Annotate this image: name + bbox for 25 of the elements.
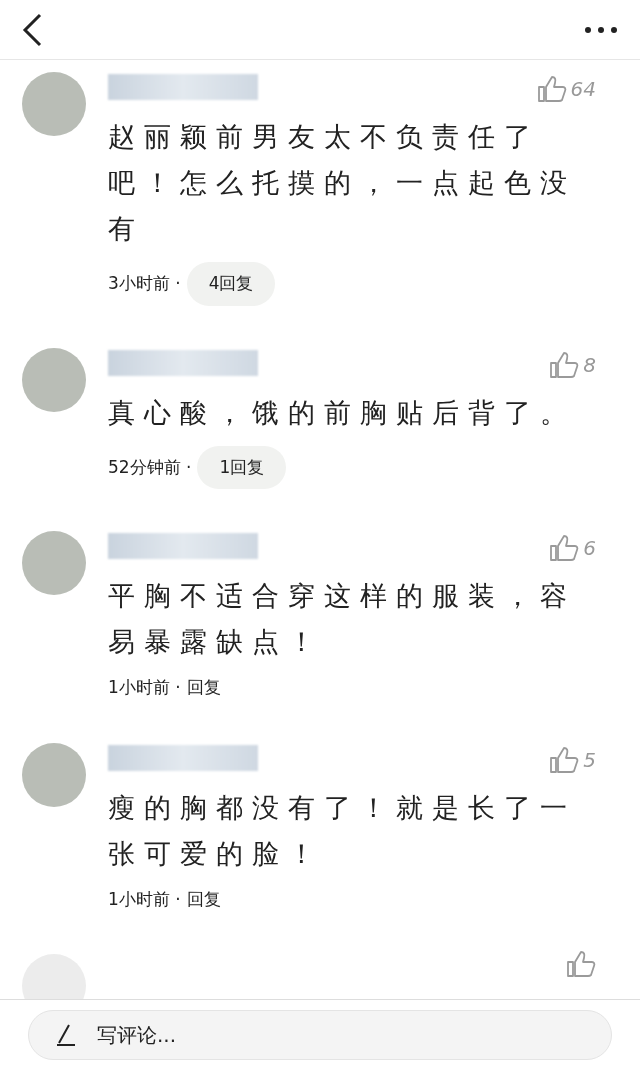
like-count: 8 bbox=[583, 351, 596, 379]
like-count: 6 bbox=[583, 535, 596, 562]
comment-text: 瘦的胸都没有了！就是长了一张可爱的脸！ bbox=[108, 790, 577, 871]
reply-link[interactable]: 回复 bbox=[186, 886, 221, 912]
reply-link[interactable]: 回复 bbox=[186, 675, 221, 701]
timestamp: 1小时前 · bbox=[108, 676, 181, 699]
like-count: 5 bbox=[583, 746, 596, 774]
timestamp: 3小时前 · bbox=[108, 272, 181, 295]
comment-text: 平胸不适合穿这样的服装，容易暴露缺点！ bbox=[108, 579, 577, 659]
replies-button[interactable]: 1回复 bbox=[197, 445, 287, 489]
more-icon[interactable] bbox=[584, 25, 618, 34]
thumbs-up-icon[interactable] bbox=[549, 745, 580, 774]
comment-field[interactable]: 写评论... bbox=[28, 1010, 612, 1060]
comment-input[interactable]: 写评论... bbox=[95, 1019, 585, 1051]
back-icon[interactable] bbox=[22, 12, 42, 47]
timestamp: 1小时前 · bbox=[108, 887, 181, 911]
comment-text: 赵丽颖前男友太不负责任了吧！怎么托摸的，一点起色没有 bbox=[108, 120, 577, 246]
like-count: 64 bbox=[570, 76, 596, 103]
thumbs-up-icon[interactable] bbox=[549, 350, 580, 379]
thumbs-up-icon[interactable] bbox=[566, 950, 596, 978]
thumbs-up-icon[interactable] bbox=[536, 75, 567, 103]
comment-text: 真心酸，饿的前胸贴后背了。 bbox=[108, 395, 577, 430]
timestamp: 52分钟前 · bbox=[108, 455, 192, 479]
thumbs-up-icon[interactable] bbox=[549, 534, 580, 562]
replies-button[interactable]: 4回复 bbox=[186, 262, 276, 306]
